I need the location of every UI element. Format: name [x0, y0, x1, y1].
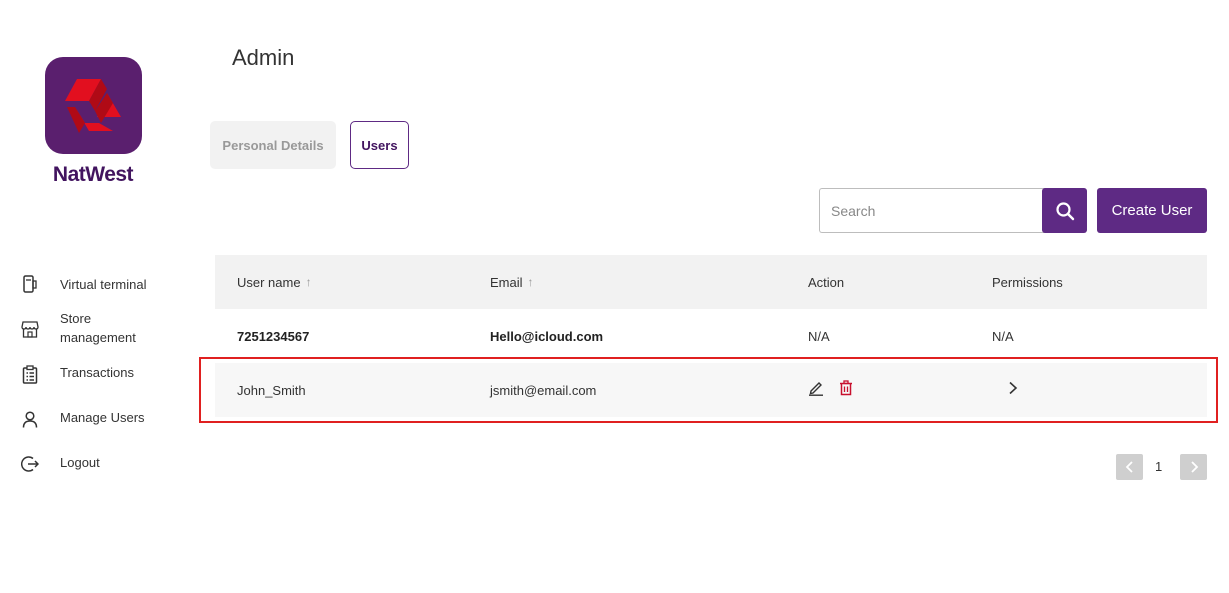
chevron-right-icon [1190, 461, 1198, 473]
sort-arrow-up-icon: ↑ [305, 275, 312, 289]
tab-users[interactable]: Users [350, 121, 409, 169]
column-header-action: Action [808, 274, 845, 290]
pagination-next-button[interactable] [1180, 454, 1207, 480]
natwest-logo-mark-icon [64, 78, 121, 133]
create-user-button[interactable]: Create User [1097, 188, 1207, 233]
cell-action: N/A [808, 328, 830, 344]
card-terminal-icon [20, 274, 40, 294]
sidebar-item-label: Logout [60, 455, 100, 470]
chevron-right-icon[interactable] [1008, 381, 1018, 400]
sidebar-item-manage-users[interactable]: Manage Users [20, 408, 190, 429]
natwest-logo [45, 57, 142, 154]
pagination-prev-button[interactable] [1116, 454, 1143, 480]
edit-icon[interactable] [808, 380, 824, 396]
sidebar-item-virtual-terminal[interactable]: Virtual terminal [20, 273, 190, 294]
delete-icon[interactable] [838, 380, 854, 396]
table-header: User name ↑ Email ↑ Action Permissions [215, 255, 1207, 309]
search-input[interactable] [819, 188, 1045, 233]
cell-email: jsmith@email.com [490, 382, 597, 398]
chevron-left-icon [1125, 461, 1133, 473]
table-row: John_Smith jsmith@email.com [215, 363, 1207, 417]
sidebar-item-label: Transactions [60, 365, 134, 380]
pagination-current-page[interactable]: 1 [1155, 459, 1162, 474]
table-row: 7251234567 Hello@icloud.com N/A N/A [215, 309, 1207, 363]
tab-personal-details[interactable]: Personal Details [210, 121, 336, 169]
cell-username: 7251234567 [237, 328, 310, 344]
users-table: User name ↑ Email ↑ Action Permissions 7… [215, 255, 1207, 417]
sidebar-item-transactions[interactable]: Transactions [20, 363, 190, 384]
user-icon [20, 409, 40, 429]
sidebar-item-label: Manage Users [60, 410, 145, 425]
cell-email: Hello@icloud.com [490, 328, 604, 344]
sort-arrow-up-icon: ↑ [527, 275, 534, 289]
sidebar-item-label: Store management [60, 311, 136, 345]
cell-permissions [1008, 363, 1018, 417]
column-header-permissions: Permissions [992, 274, 1063, 290]
sidebar-item-label: Virtual terminal [60, 277, 147, 292]
store-icon [20, 319, 40, 339]
cell-permissions: N/A [992, 328, 1014, 344]
search-button[interactable] [1042, 188, 1087, 233]
brand-name: NatWest [52, 163, 134, 186]
sidebar-item-store-management[interactable]: Store management [20, 311, 190, 345]
cell-username: John_Smith [237, 382, 306, 398]
column-header-email[interactable]: Email ↑ [490, 255, 534, 309]
search-icon [1055, 201, 1074, 220]
cell-action [808, 361, 854, 415]
logout-icon [20, 454, 40, 474]
sidebar-item-logout[interactable]: Logout [20, 453, 190, 474]
page-title: Admin [232, 45, 295, 70]
column-header-username[interactable]: User name ↑ [237, 255, 312, 309]
clipboard-list-icon [20, 364, 40, 384]
